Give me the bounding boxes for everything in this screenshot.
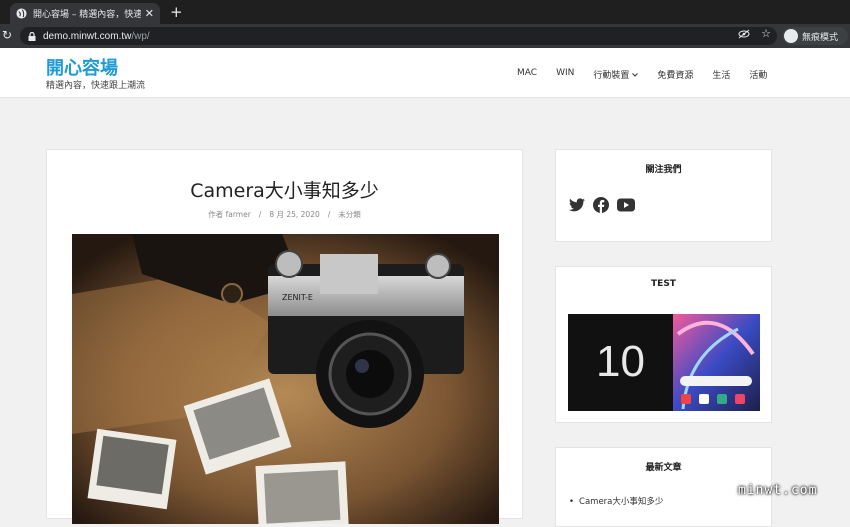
nav-item-mobile[interactable]: 行動裝置 <box>593 68 639 81</box>
recent-posts-title: 最新文章 <box>645 463 682 473</box>
test-widget-image[interactable]: 10 <box>568 314 760 411</box>
nav-item-free[interactable]: 免費資源 <box>657 68 693 81</box>
url-host: demo.minwt.com.tw <box>43 30 132 42</box>
meta-separator: / <box>258 210 262 219</box>
nav-item-events[interactable]: 活動 <box>749 68 767 81</box>
meta-separator: / <box>327 210 331 219</box>
post-card: Camera大小事知多少 作者 farmer/8 月 25, 2020/未分類 … <box>46 149 523 524</box>
svg-text:ZENIT-E: ZENIT-E <box>282 293 313 302</box>
tab-title: 開心容場 – 精選內容，快速跟上潮 <box>33 10 141 20</box>
nav-item-win[interactable]: WIN <box>556 68 574 81</box>
url-text: demo.minwt.com.tw/wp/ <box>43 31 150 42</box>
youtube-icon[interactable] <box>617 197 635 217</box>
android-10-graphic: 10 <box>568 314 760 411</box>
featured-image[interactable]: ZENIT-E <box>72 234 499 524</box>
follow-widget: 關注我們 <box>555 149 772 242</box>
camera-photo: ZENIT-E <box>72 234 499 524</box>
new-tab-icon[interactable]: + <box>170 3 183 21</box>
main-navigation: MAC WIN 行動裝置 免費資源 生活 活動 <box>517 68 786 81</box>
tracking-blocked-icon[interactable] <box>738 29 750 39</box>
bookmark-star-icon[interactable]: ☆ <box>761 27 771 40</box>
twitter-icon[interactable] <box>569 197 585 217</box>
site-header: 開心容場 精選內容，快速跟上潮流 MAC WIN 行動裝置 免費資源 生活 活動 <box>0 48 850 98</box>
recent-post-link[interactable]: Camera大小事知多少 <box>569 495 663 507</box>
test-widget: TEST 10 <box>555 266 772 423</box>
chevron-down-icon <box>632 72 639 77</box>
reload-icon[interactable]: ↻ <box>2 28 12 42</box>
globe-icon <box>16 8 27 19</box>
facebook-icon[interactable] <box>593 197 609 217</box>
site-tagline: 精選內容，快速跟上潮流 <box>46 81 146 91</box>
recent-posts-list: Camera大小事知多少 <box>569 495 663 507</box>
lock-icon <box>28 31 36 41</box>
address-bar[interactable]: demo.minwt.com.tw/wp/ <box>20 27 777 45</box>
test-widget-title: TEST <box>651 279 676 289</box>
url-path: /wp/ <box>131 30 150 42</box>
incognito-badge[interactable]: 無痕模式 <box>782 27 848 45</box>
browser-toolbar: ↻ demo.minwt.com.tw/wp/ ☆ 無痕模式 <box>0 24 850 48</box>
nav-item-mobile-label: 行動裝置 <box>593 71 630 81</box>
incognito-icon <box>784 29 798 43</box>
follow-widget-title: 關注我們 <box>645 165 682 175</box>
android-version-text: 10 <box>596 337 645 386</box>
close-tab-icon[interactable]: ✕ <box>145 7 154 20</box>
post-meta: 作者 farmer / 8 月 25, 2020 / 未分類 <box>47 209 522 220</box>
post-author[interactable]: 作者 farmer <box>208 210 251 219</box>
nav-item-mac[interactable]: MAC <box>517 68 537 81</box>
site-title[interactable]: 開心容場 <box>46 54 118 80</box>
post-date[interactable]: 8 月 25, 2020 <box>269 210 319 219</box>
browser-tab[interactable]: 開心容場 – 精選內容，快速跟上潮 ✕ <box>10 3 160 24</box>
post-title[interactable]: Camera大小事知多少 <box>47 176 522 203</box>
browser-tab-strip: 開心容場 – 精選內容，快速跟上潮 ✕ + <box>0 0 850 24</box>
social-links <box>569 197 643 217</box>
post-category[interactable]: 未分類 <box>338 210 361 219</box>
incognito-label: 無痕模式 <box>802 32 839 43</box>
nav-item-life[interactable]: 生活 <box>712 68 730 81</box>
watermark: minwt.com <box>738 483 818 498</box>
